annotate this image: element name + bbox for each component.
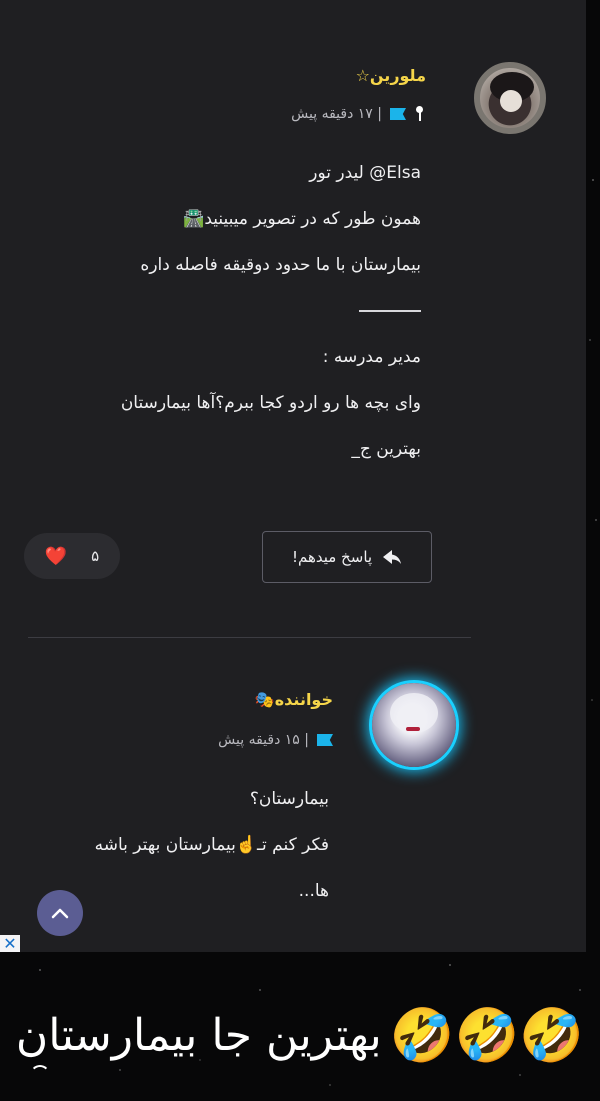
caption-text: بهترین جا بیمارستان [15, 1009, 382, 1061]
comment-body: Elsa@ لیدر تور همون طور که در تصویر میبی… [41, 150, 421, 472]
video-caption: بهترین جا بیمارستان 🤣🤣🤣 [0, 995, 600, 1075]
reply-label: پاسخ میدهم! [291, 548, 373, 566]
comment-line: بیمارستان؟ [249, 789, 329, 809]
comment-line: Elsa@ لیدر تور [309, 163, 421, 183]
timestamp: | ۱۷ دقیقه پیش [291, 106, 382, 122]
flag-icon [317, 734, 333, 746]
comment-meta: | ۱۷ دقیقه پیش [291, 106, 424, 122]
loading-spinner-icon [30, 1065, 50, 1085]
comments-panel: ملورین☆ | ۱۷ دقیقه پیش Elsa@ لیدر تور هم… [0, 0, 586, 952]
flag-icon [390, 108, 406, 120]
like-button[interactable]: ❤️ ۵ [24, 533, 120, 579]
comment-line: وای بچه ها رو اردو کجا ببرم؟آها بیمارستا… [120, 393, 421, 413]
comment-line: فکر کنم تـ☝️بیمارستان بهتر باشه [94, 835, 329, 855]
comment-meta: | ۱۵ دقیقه پیش [218, 732, 333, 748]
comment-divider [28, 637, 471, 638]
close-icon[interactable]: ✕ [0, 935, 20, 952]
comment-body: بیمارستان؟ فکر کنم تـ☝️بیمارستان بهتر با… [29, 776, 329, 914]
comment-line: همون طور که در تصویر میبینید🛣️ [183, 209, 421, 229]
heart-icon: ❤️ [44, 545, 68, 567]
chevron-up-icon [51, 908, 69, 919]
reply-button[interactable]: پاسخ میدهم! [262, 531, 432, 583]
avatar-face [500, 90, 522, 112]
timestamp: | ۱۵ دقیقه پیش [218, 732, 309, 748]
comment-line: بهترین ج_ [351, 439, 421, 459]
pin-icon [414, 106, 424, 122]
comment-divider-line [41, 288, 421, 334]
username[interactable]: خواننده🎭 [255, 690, 333, 709]
avatar-mark [406, 727, 420, 731]
laughing-emoji: 🤣🤣🤣 [389, 1005, 585, 1066]
scroll-to-top-button[interactable] [37, 890, 83, 936]
comment-line: بیمارستان با ما حدود دوقیقه فاصله داره [140, 255, 421, 275]
like-count: ۵ [91, 547, 100, 565]
avatar[interactable] [372, 683, 456, 767]
comment-line: مدیر مدرسه : [322, 347, 421, 367]
reply-arrow-icon [383, 550, 402, 564]
username[interactable]: ملورین☆ [356, 66, 426, 85]
avatar[interactable] [474, 62, 546, 134]
